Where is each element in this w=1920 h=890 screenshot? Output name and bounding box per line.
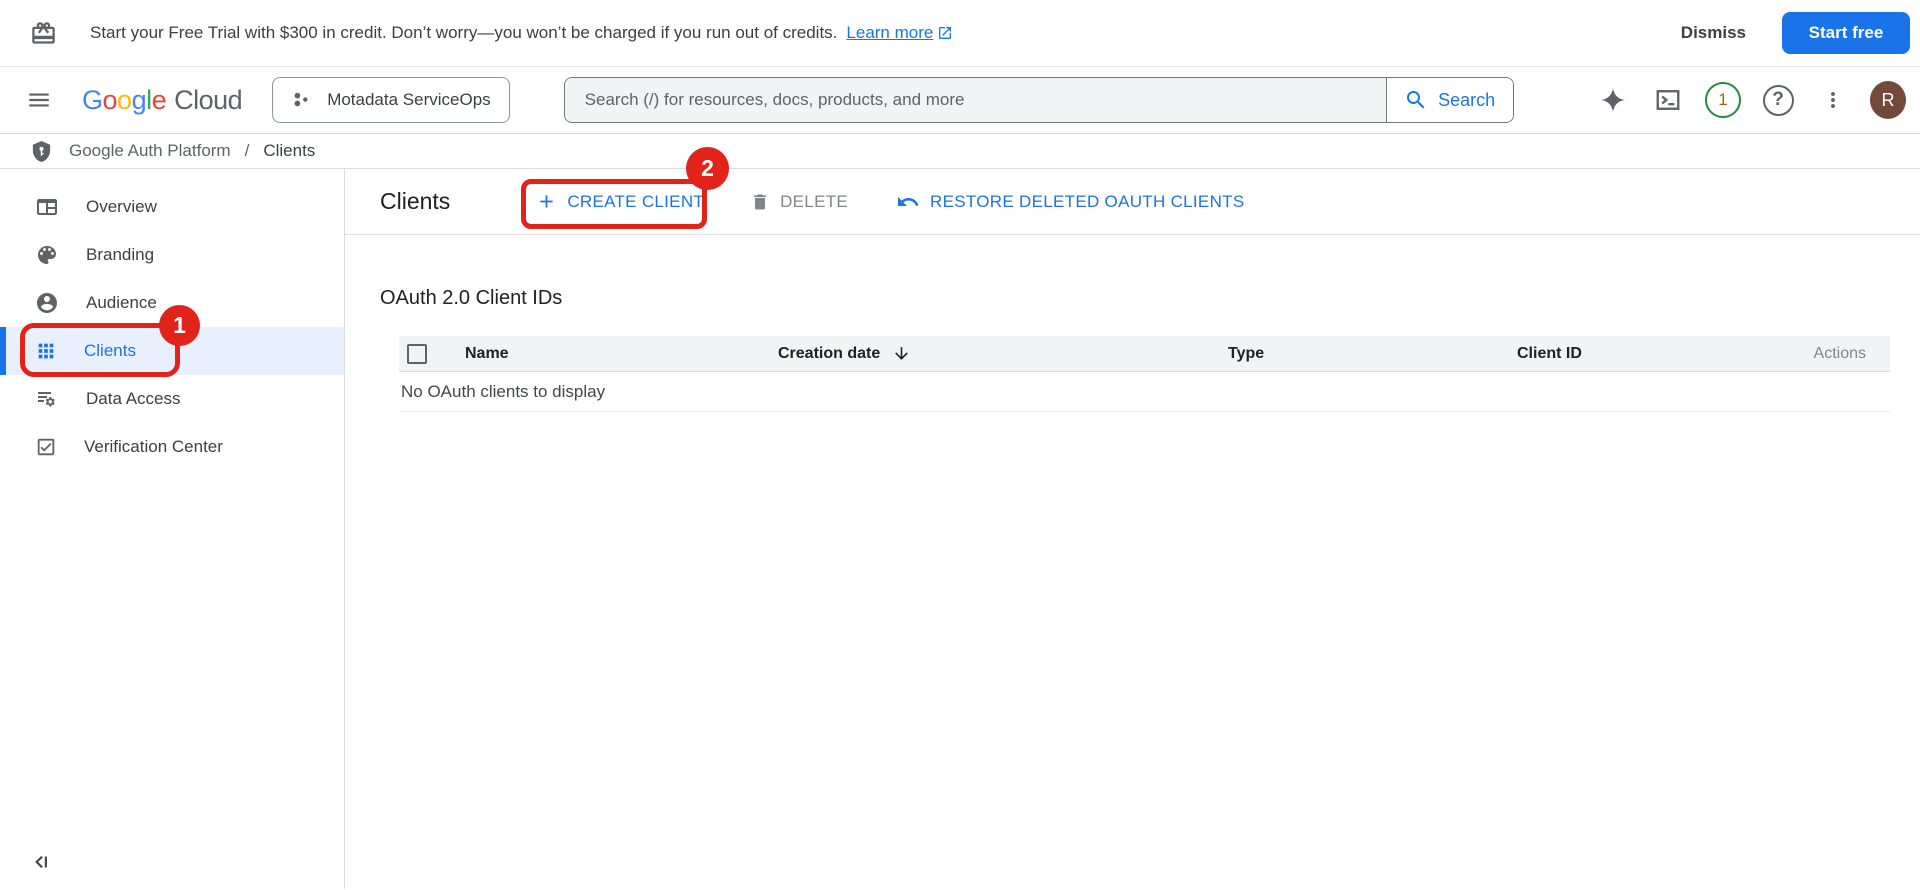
sidebar-item-label: Overview — [86, 197, 157, 216]
sidebar-item-clients[interactable]: Clients — [0, 327, 344, 375]
sidebar-item-branding[interactable]: Branding — [0, 231, 344, 279]
learn-more-label: Learn more — [846, 23, 934, 42]
breadcrumb-current: Clients — [263, 141, 316, 160]
person-icon — [37, 293, 57, 313]
sidebar-item-label: Verification Center — [84, 437, 223, 456]
breadcrumb-root[interactable]: Google Auth Platform — [69, 141, 231, 161]
undo-icon — [898, 196, 919, 206]
free-trial-banner: Start your Free Trial with $300 in credi… — [0, 0, 1920, 67]
empty-table-message: No OAuth clients to display — [401, 381, 606, 401]
sidebar-item-label: Clients — [84, 341, 136, 360]
gift-icon — [32, 21, 55, 44]
google-wordmark: Google — [82, 84, 167, 115]
google-cloud-logo: Google Cloud — [82, 84, 243, 116]
avatar: R — [1870, 81, 1906, 119]
search-button-label: Search — [1438, 89, 1496, 110]
project-name: Motadata ServiceOps — [327, 90, 491, 109]
collapse-sidebar-button[interactable] — [24, 845, 58, 879]
table-header: Name Creation date Type Client ID Action… — [399, 336, 1890, 372]
delete-label: DELETE — [780, 191, 849, 211]
column-creation-date-label: Creation date — [778, 344, 881, 362]
restore-clients-label: RESTORE DELETED OAUTH CLIENTS — [930, 191, 1245, 211]
plus-icon — [540, 195, 553, 208]
auth-platform-icon — [32, 140, 51, 162]
cloud-shell-button[interactable] — [1650, 82, 1686, 118]
hamburger-icon — [29, 93, 49, 107]
main-content: Clients CREATE CLIENT DELETE RESTORE DEL… — [345, 169, 1920, 889]
help-icon: ? — [1762, 84, 1794, 116]
gemini-button[interactable] — [1595, 82, 1631, 118]
sparkle-icon — [1601, 88, 1625, 112]
notifications-button[interactable]: 1 — [1705, 82, 1741, 118]
select-all-cell — [399, 343, 465, 364]
oauth-clients-section: OAuth 2.0 Client IDs — [345, 235, 1920, 310]
sidebar: Overview Branding Audience Clients Data … — [0, 169, 345, 889]
create-client-label: CREATE CLIENT — [567, 191, 705, 211]
notification-badge: 1 — [1705, 82, 1741, 118]
table-empty-row: No OAuth clients to display — [399, 372, 1890, 412]
create-client-button[interactable]: CREATE CLIENT — [536, 191, 704, 212]
column-creation-date[interactable]: Creation date — [778, 344, 1228, 363]
section-title: OAuth 2.0 Client IDs — [380, 287, 563, 309]
cloud-wordmark: Cloud — [174, 84, 243, 115]
sidebar-item-verification-center[interactable]: Verification Center — [0, 423, 344, 471]
sidebar-item-label: Audience — [86, 293, 157, 312]
data-access-icon — [38, 392, 55, 407]
overview-icon — [37, 199, 57, 215]
project-picker[interactable]: Motadata ServiceOps — [272, 77, 510, 123]
sidebar-item-label: Branding — [86, 245, 155, 264]
external-link-icon — [939, 27, 952, 39]
verification-icon — [37, 438, 55, 456]
start-free-button[interactable]: Start free — [1782, 12, 1910, 54]
search-input[interactable] — [564, 78, 1386, 122]
search-button[interactable]: Search — [1385, 78, 1513, 122]
app-header: Google Cloud Motadata ServiceOps Search … — [0, 67, 1920, 134]
avatar-button[interactable]: R — [1870, 81, 1906, 119]
collapse-icon — [35, 855, 47, 869]
sort-desc-icon — [895, 347, 909, 360]
delete-button[interactable]: DELETE — [750, 192, 848, 212]
project-icon — [294, 92, 308, 107]
breadcrumb-separator: / — [244, 141, 250, 160]
column-actions: Actions — [1813, 344, 1866, 362]
search-icon — [1407, 91, 1425, 109]
apps-grid-icon — [38, 343, 54, 359]
sidebar-item-label: Data Access — [86, 389, 181, 408]
palette-icon — [38, 246, 56, 264]
restore-clients-button[interactable]: RESTORE DELETED OAUTH CLIENTS — [896, 190, 1244, 214]
select-all-checkbox[interactable] — [407, 343, 427, 364]
column-name[interactable]: Name — [465, 345, 778, 363]
column-client-id[interactable]: Client ID — [1517, 345, 1814, 363]
help-button[interactable]: ? — [1760, 82, 1796, 118]
terminal-icon — [1656, 90, 1680, 110]
main-menu-button[interactable] — [22, 83, 56, 117]
learn-more-link[interactable]: Learn more — [846, 23, 953, 43]
page-title: Clients — [380, 188, 451, 214]
page-body: Overview Branding Audience Clients Data … — [0, 169, 1920, 889]
more-options-button[interactable] — [1815, 82, 1851, 118]
clients-toolbar: Clients CREATE CLIENT DELETE RESTORE DEL… — [345, 169, 1920, 235]
sidebar-item-audience[interactable]: Audience — [0, 279, 344, 327]
oauth-clients-table: Name Creation date Type Client ID Action… — [399, 336, 1890, 412]
header-icons: 1 ? R — [1595, 81, 1906, 119]
trash-icon — [754, 194, 766, 209]
breadcrumb: Google Auth Platform / Clients — [0, 134, 1920, 169]
search-bar: Search — [563, 77, 1514, 123]
sidebar-item-data-access[interactable]: Data Access — [0, 375, 344, 423]
notification-count: 1 — [1718, 90, 1728, 109]
sidebar-item-overview[interactable]: Overview — [0, 183, 344, 231]
dismiss-button[interactable]: Dismiss — [1681, 23, 1746, 43]
column-type[interactable]: Type — [1228, 345, 1517, 363]
banner-message: Start your Free Trial with $300 in credi… — [90, 23, 838, 42]
more-vert-icon — [1831, 92, 1835, 108]
